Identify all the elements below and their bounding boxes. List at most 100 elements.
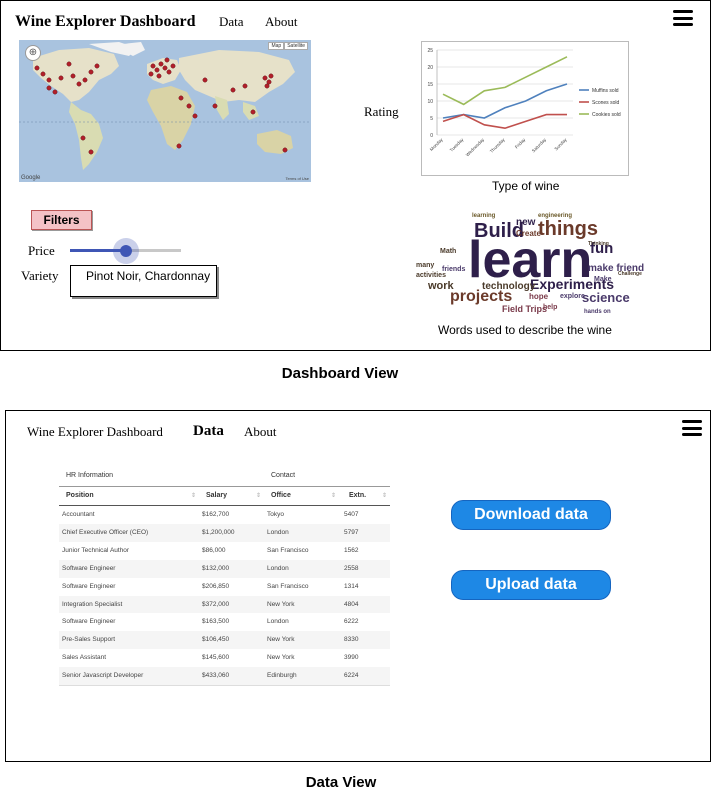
table-row[interactable]: Software Engineer $206,850 San Francisco 13… <box>59 577 390 596</box>
cell-office: London <box>267 564 289 572</box>
cell-salary: $372,000 <box>202 600 230 608</box>
cell-office: New York <box>267 600 295 608</box>
cell-office: Edinburgh <box>267 672 297 680</box>
cell-office: New York <box>267 654 295 662</box>
table-divider <box>59 486 390 487</box>
word-cloud-word: technology <box>482 281 536 292</box>
word-cloud-word: Field Trips <box>502 304 547 314</box>
col-header-position[interactable]: Position <box>66 492 94 499</box>
y-tick-label: 20 <box>427 65 433 71</box>
cell-extn: 8330 <box>344 636 359 644</box>
sort-icon[interactable]: ⇕ <box>191 492 196 499</box>
y-tick-label: 5 <box>430 116 433 122</box>
cell-position: Software Engineer <box>62 618 116 626</box>
price-label: Price <box>28 243 55 258</box>
table-row[interactable]: Senior Javascript Developer $433,060 Edinb… <box>59 667 390 686</box>
word-cloud-word: science <box>582 290 630 305</box>
cell-salary: $145,600 <box>202 654 230 662</box>
word-cloud-word: help <box>543 304 557 311</box>
cell-salary: $206,850 <box>202 582 230 590</box>
cell-salary: $106,450 <box>202 636 230 644</box>
word-cloud-caption: Words used to describe the wine <box>438 323 612 337</box>
cell-extn: 5797 <box>344 528 359 536</box>
map-type-satellite[interactable]: Satellite <box>284 42 308 50</box>
col-header-office[interactable]: Office <box>271 492 291 499</box>
chart-x-axis-label: Type of wine <box>492 179 560 193</box>
map-type-map[interactable]: Map <box>268 42 285 50</box>
download-data-button[interactable]: Download data <box>451 500 611 530</box>
sort-icon[interactable]: ⇕ <box>331 492 336 499</box>
price-slider-thumb[interactable] <box>119 244 132 257</box>
table-row[interactable]: Software Engineer $132,000 London 2558 <box>59 559 390 578</box>
cell-office: Tokyo <box>267 511 284 518</box>
table-row[interactable]: Software Engineer $163,500 London 6222 <box>59 613 390 632</box>
word-cloud-word: many <box>416 262 434 269</box>
app-title-link[interactable]: Wine Explorer Dashboard <box>27 424 163 440</box>
table-row[interactable]: Integration Specialist $372,000 New York 48… <box>59 595 390 614</box>
cell-office: New York <box>267 636 295 644</box>
sort-icon[interactable]: ⇕ <box>382 492 387 499</box>
chart-border <box>421 41 629 176</box>
filters-button[interactable]: Filters <box>31 210 92 230</box>
cell-salary: $132,000 <box>202 564 230 572</box>
cell-position: Pre-Sales Support <box>62 636 116 644</box>
cell-extn: 1314 <box>344 582 359 590</box>
cell-position: Accountant <box>62 511 95 518</box>
rating-label: Rating <box>364 104 399 119</box>
world-map[interactable]: ⊕ Map Satellite Google Terms of Use <box>19 40 311 182</box>
word-cloud-word: Make <box>594 276 612 283</box>
map-land-graphic <box>19 42 311 170</box>
variety-field[interactable]: Pinot Noir, Chardonnay <box>70 265 217 297</box>
data-view-caption: Data View <box>305 774 377 791</box>
group-header-contact: Contact <box>271 472 296 479</box>
word-cloud-word: Math <box>440 248 456 255</box>
col-header-salary[interactable]: Salary <box>206 492 227 499</box>
cell-position: Software Engineer <box>62 582 116 590</box>
word-cloud-word: hands on <box>584 309 611 315</box>
cell-office: San Francisco <box>267 546 309 554</box>
table-row[interactable]: Accountant $162,700 Tokyo 5407 <box>59 506 390 524</box>
col-header-extn[interactable]: Extn. <box>349 492 366 499</box>
table-row[interactable]: Chief Executive Officer (CEO) $1,200,000 L… <box>59 523 390 542</box>
word-cloud-word: work <box>427 280 455 292</box>
nav-about-link[interactable]: About <box>265 14 298 30</box>
cell-extn: 3990 <box>344 654 359 662</box>
locate-icon[interactable]: ⊕ <box>25 45 41 61</box>
legend-label: Muffins sold <box>592 88 619 94</box>
table-row[interactable]: Sales Assistant $145,600 New York 3990 <box>59 649 390 668</box>
legend-label: Scones sold <box>592 100 619 106</box>
variety-label: Variety <box>21 268 59 283</box>
cell-salary: $86,000 <box>202 546 226 554</box>
cell-position: Junior Technical Author <box>62 546 130 554</box>
app-title: Wine Explorer Dashboard <box>15 13 196 30</box>
cell-extn: 1562 <box>344 546 359 554</box>
nav-data-link-active[interactable]: Data <box>193 423 224 440</box>
group-header-hr: HR Information <box>66 472 114 479</box>
hamburger-menu-icon[interactable] <box>673 10 693 26</box>
word-cloud-word: things <box>538 218 598 240</box>
map-terms[interactable]: Terms of Use <box>285 176 309 181</box>
map-type-toggle[interactable]: Map Satellite <box>268 42 308 50</box>
map-attribution: Google <box>21 175 41 181</box>
cell-salary: $1,200,000 <box>202 528 235 536</box>
y-tick-label: 10 <box>427 99 433 105</box>
word-cloud-word: Thinking <box>588 241 609 247</box>
word-cloud-word: engineering <box>538 213 572 219</box>
nav-about-link[interactable]: About <box>244 424 277 440</box>
cell-salary: $162,700 <box>202 511 230 518</box>
table-row[interactable]: Junior Technical Author $86,000 San Franci… <box>59 541 390 560</box>
y-tick-label: 25 <box>427 48 433 54</box>
nav-data-link[interactable]: Data <box>219 14 244 30</box>
cell-position: Sales Assistant <box>62 654 107 662</box>
cell-extn: 4804 <box>344 600 359 608</box>
word-cloud-word: Challenge <box>618 271 642 277</box>
legend-label: Cookies sold <box>592 112 621 118</box>
upload-data-button[interactable]: Upload data <box>451 570 611 600</box>
table-row[interactable]: Pre-Sales Support $106,450 New York 8330 <box>59 631 390 650</box>
cell-extn: 6222 <box>344 618 359 626</box>
y-tick-label: 15 <box>427 82 433 88</box>
hamburger-menu-icon[interactable] <box>682 420 702 436</box>
sort-icon[interactable]: ⇕ <box>256 492 261 499</box>
word-cloud-word: new <box>516 217 536 228</box>
cell-office: London <box>267 618 289 626</box>
